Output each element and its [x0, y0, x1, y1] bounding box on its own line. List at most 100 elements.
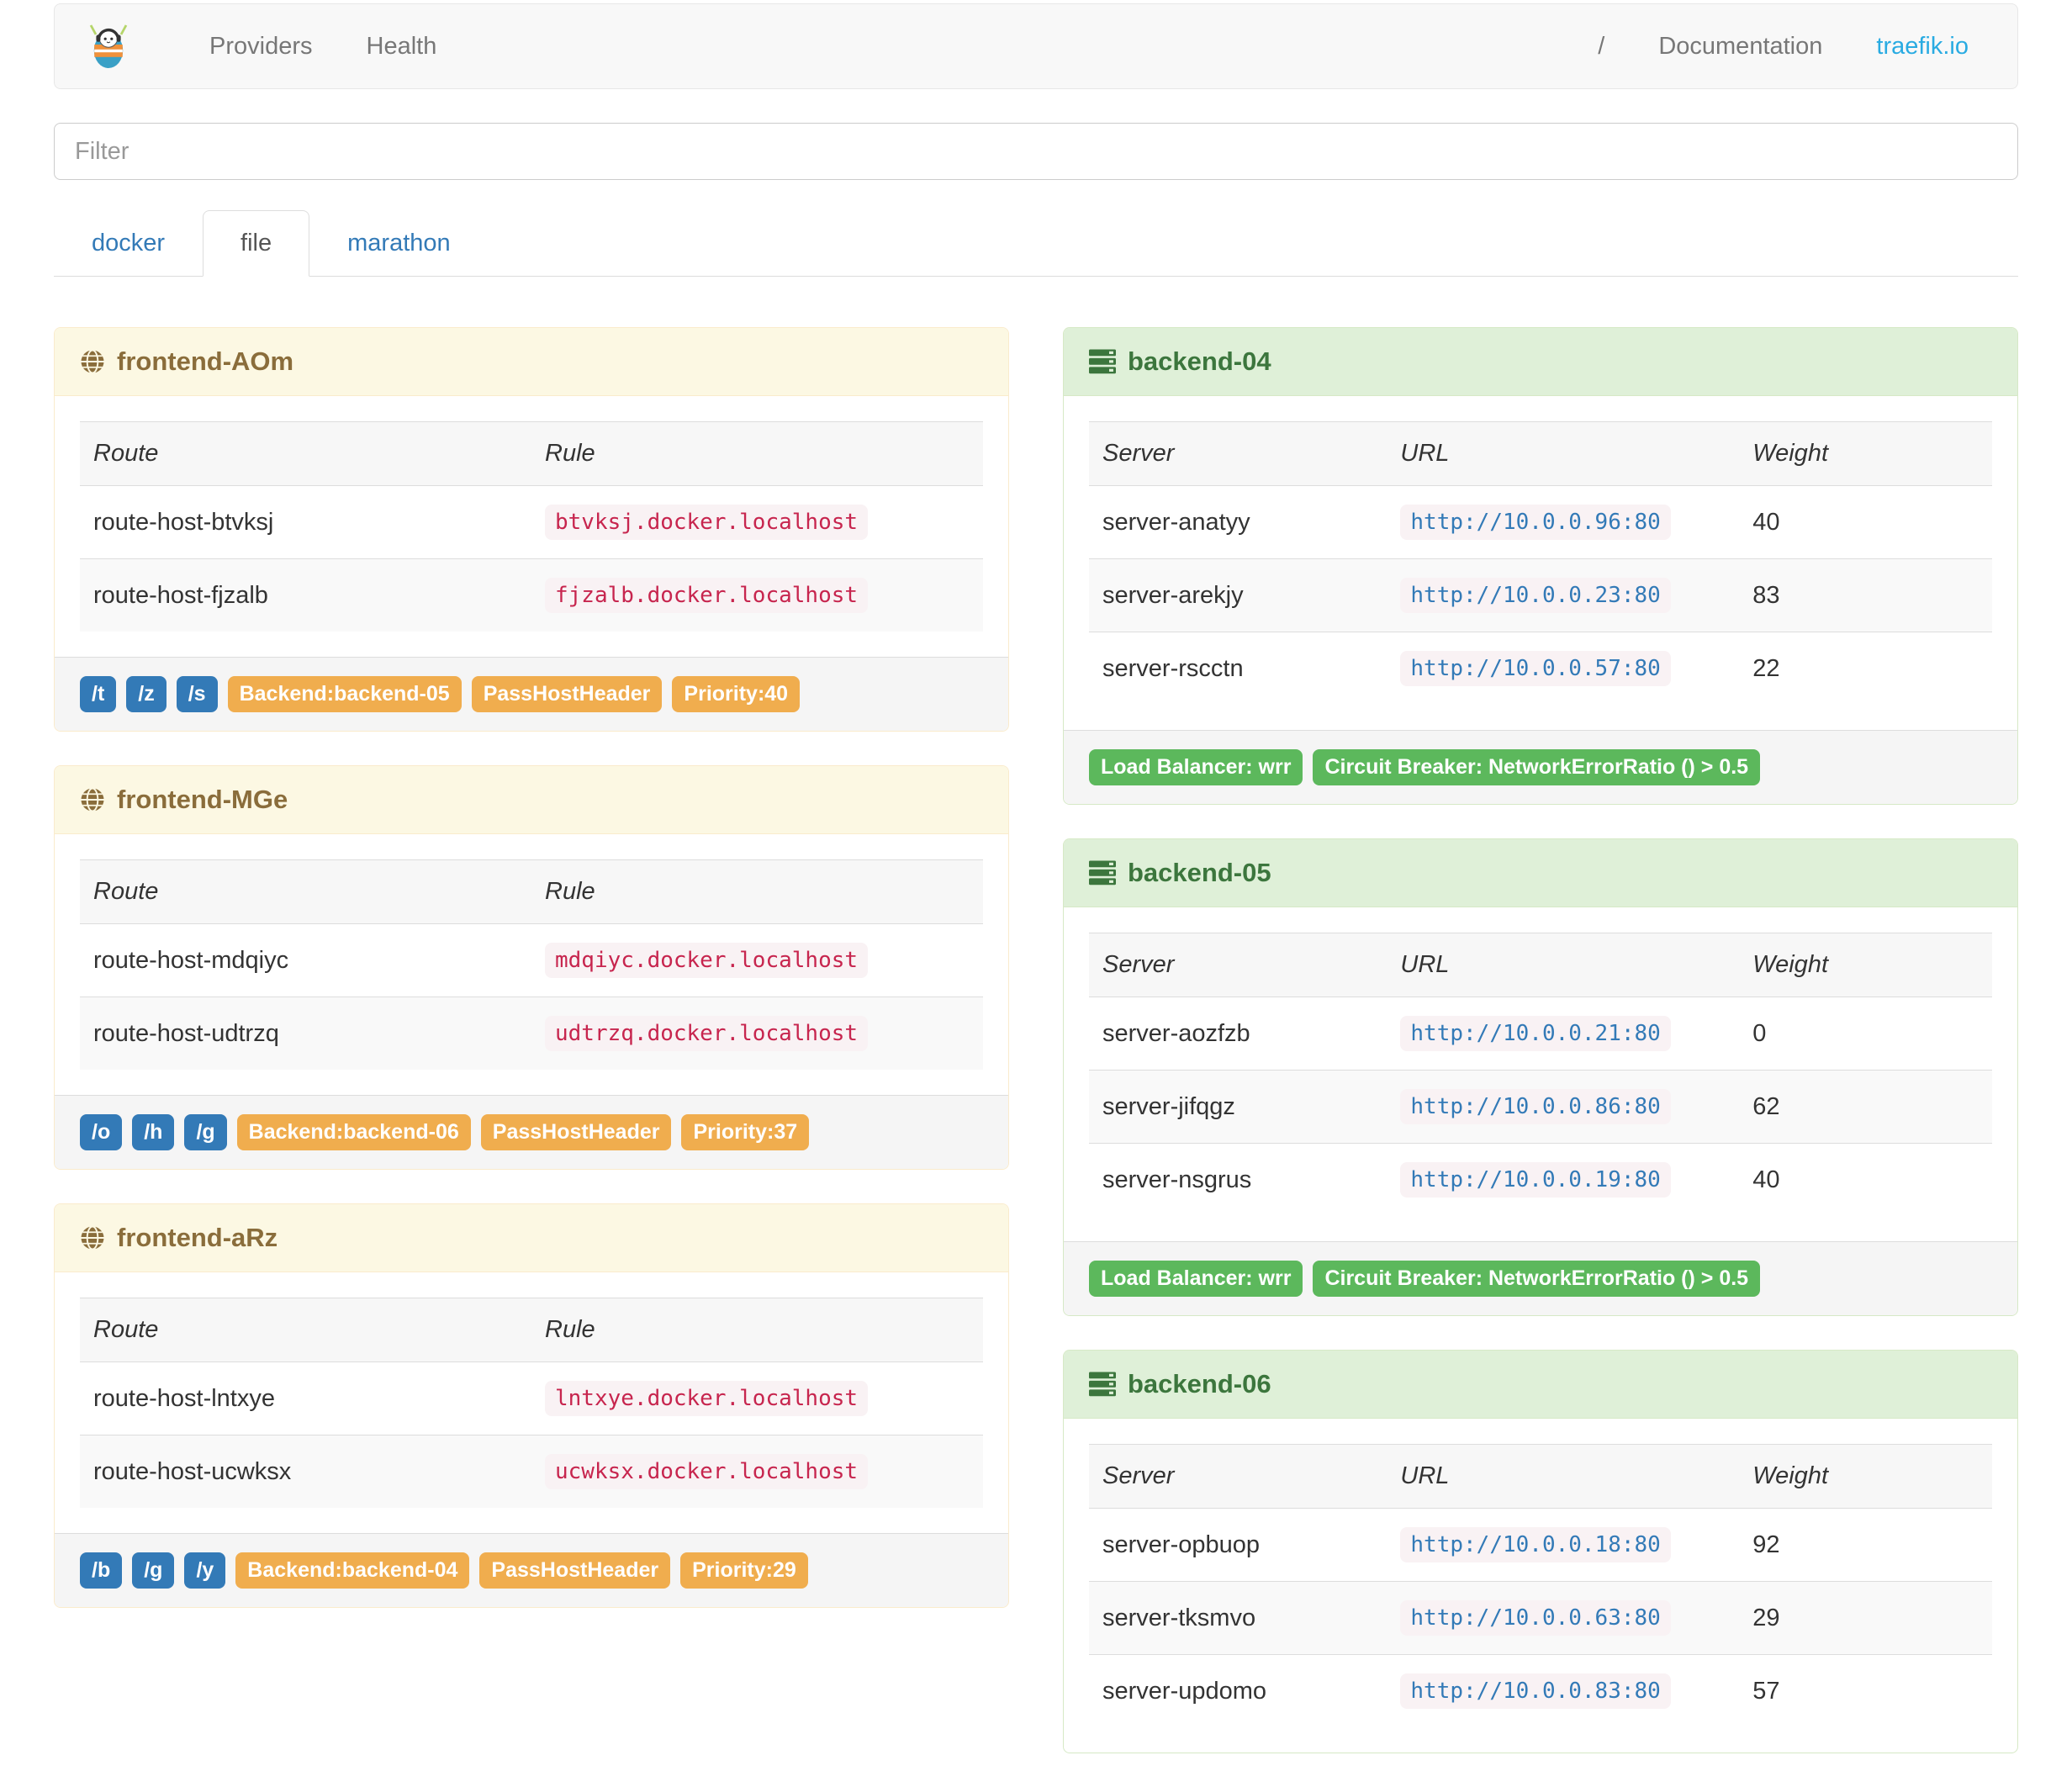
route-name: route-host-btvksj: [93, 508, 274, 536]
server-icon: [1089, 349, 1116, 374]
col-url: URL: [1387, 1444, 1740, 1509]
table-row: server-nsgrus http://10.0.0.19:80 40: [1089, 1143, 1992, 1216]
col-route: Route: [80, 421, 531, 486]
server-weight: 83: [1739, 558, 1992, 632]
frontend-panel-heading: frontend-aRz: [55, 1204, 1008, 1272]
server-url-link[interactable]: http://10.0.0.23:80: [1400, 578, 1671, 613]
server-name: server-jifqgz: [1089, 1070, 1388, 1144]
backend-badge: Backend:backend-06: [236, 1114, 471, 1150]
backends-column: backend-04 Server URL Weight server-anat…: [1063, 327, 2018, 1787]
server-url-link[interactable]: http://10.0.0.57:80: [1400, 651, 1671, 686]
tab-marathon-link[interactable]: marathon: [309, 210, 489, 277]
backend-panel-heading: backend-04: [1064, 328, 2017, 396]
route-name: route-host-ucwksx: [80, 1435, 531, 1508]
table-row: server-updomo http://10.0.0.83:80 57: [1089, 1654, 1992, 1727]
server-name: server-anatyy: [1102, 508, 1250, 536]
tab-file-link[interactable]: file: [203, 210, 310, 277]
entrypoint-badge: /y: [184, 1552, 226, 1589]
server-weight: 40: [1739, 1143, 1992, 1216]
filter-input[interactable]: [54, 123, 2018, 180]
server-weight: 57: [1739, 1654, 1992, 1727]
tab-docker[interactable]: docker: [54, 210, 203, 277]
route-rule: udtrzq.docker.localhost: [545, 1016, 869, 1051]
frontend-panel-heading: frontend-AOm: [55, 328, 1008, 396]
server-weight: 40: [1752, 508, 1780, 536]
table-row: server-anatyy http://10.0.0.96:80 40: [1089, 486, 1992, 559]
traefik-logo-icon: [77, 23, 140, 70]
passhostheader-badge: PassHostHeader: [471, 676, 663, 712]
priority-badge: Priority:37: [681, 1114, 810, 1150]
server-name: server-nsgrus: [1089, 1143, 1388, 1216]
globe-icon: [80, 787, 105, 812]
server-url-link[interactable]: http://10.0.0.19:80: [1400, 1162, 1671, 1198]
frontend-panel-body: Route Rule route-host-lntxye lntxye.dock…: [55, 1272, 1008, 1533]
circuit-breaker-badge: Circuit Breaker: NetworkErrorRatio () > …: [1313, 1261, 1761, 1297]
load-balancer-badge: Load Balancer: wrr: [1089, 749, 1303, 785]
server-url-link[interactable]: http://10.0.0.83:80: [1400, 1673, 1671, 1709]
col-route: Route: [80, 1298, 531, 1362]
routes-table: Route Rule route-host-lntxye lntxye.dock…: [80, 1298, 983, 1508]
table-row: server-rscctn http://10.0.0.57:80 22: [1089, 632, 1992, 705]
server-name: server-arekjy: [1089, 558, 1388, 632]
nav-link-traefik-io[interactable]: traefik.io: [1849, 33, 1995, 61]
panel-frontend-AOm: frontend-AOm Route Rule route-host-btvks…: [54, 327, 1009, 732]
route-rule: ucwksx.docker.localhost: [545, 1454, 869, 1489]
entrypoint-badge: /h: [132, 1114, 175, 1150]
route-rule: lntxye.docker.localhost: [545, 1381, 869, 1416]
tab-docker-link[interactable]: docker: [54, 210, 203, 277]
entrypoint-badge: /b: [80, 1552, 123, 1589]
table-row: route-host-udtrzq udtrzq.docker.localhos…: [80, 997, 983, 1070]
backend-badge: Backend:backend-04: [235, 1552, 470, 1589]
tab-marathon[interactable]: marathon: [309, 210, 489, 277]
routes-table: Route Rule route-host-btvksj btvksj.dock…: [80, 421, 983, 632]
server-weight: 62: [1739, 1070, 1992, 1144]
server-icon: [1089, 860, 1116, 886]
route-name: route-host-udtrzq: [80, 997, 531, 1070]
nav-link-health[interactable]: Health: [340, 33, 464, 61]
col-url: URL: [1387, 421, 1740, 486]
frontend-panel-body: Route Rule route-host-btvksj btvksj.dock…: [55, 396, 1008, 657]
globe-icon: [80, 1225, 105, 1250]
server-icon: [1089, 1372, 1116, 1397]
panel-frontend-MGe: frontend-MGe Route Rule route-host-mdqiy…: [54, 765, 1009, 1170]
backend-panel-footer: Load Balancer: wrr Circuit Breaker: Netw…: [1064, 1241, 2017, 1315]
col-server: Server: [1089, 1444, 1388, 1509]
col-server: Server: [1089, 933, 1388, 997]
entrypoint-badge: /s: [176, 676, 218, 712]
server-url-link[interactable]: http://10.0.0.21:80: [1400, 1016, 1671, 1051]
server-url-link[interactable]: http://10.0.0.63:80: [1400, 1600, 1671, 1636]
server-name: server-opbuop: [1102, 1531, 1260, 1558]
server-url-link[interactable]: http://10.0.0.96:80: [1400, 505, 1671, 540]
nav-link-providers[interactable]: Providers: [182, 33, 340, 61]
passhostheader-badge: PassHostHeader: [479, 1552, 671, 1589]
server-name: server-updomo: [1089, 1654, 1388, 1727]
frontends-column: frontend-AOm Route Rule route-host-btvks…: [54, 327, 1009, 1642]
priority-badge: Priority:40: [672, 676, 801, 712]
nav-link-slash[interactable]: /: [1571, 33, 1631, 61]
backend-title: backend-05: [1128, 858, 1271, 887]
route-rule: mdqiyc.docker.localhost: [545, 943, 869, 978]
globe-icon: [80, 349, 105, 374]
tab-file[interactable]: file: [203, 210, 310, 277]
server-weight: 22: [1739, 632, 1992, 705]
server-url-link[interactable]: http://10.0.0.86:80: [1400, 1089, 1671, 1124]
backend-title: backend-04: [1128, 346, 1271, 376]
panel-frontend-aRz: frontend-aRz Route Rule route-host-lntxy…: [54, 1203, 1009, 1608]
provider-tabs: docker file marathon: [54, 210, 2018, 277]
table-row: server-jifqgz http://10.0.0.86:80 62: [1089, 1070, 1992, 1144]
frontend-panel-footer: /o /h /g Backend:backend-06 PassHostHead…: [55, 1095, 1008, 1169]
filter-wrap: [54, 123, 2018, 180]
panel-backend-04: backend-04 Server URL Weight server-anat…: [1063, 327, 2018, 805]
entrypoint-badge: /g: [184, 1114, 227, 1150]
backend-panel-heading: backend-06: [1064, 1351, 2017, 1419]
frontend-panel-heading: frontend-MGe: [55, 766, 1008, 834]
routes-table: Route Rule route-host-mdqiyc mdqiyc.dock…: [80, 859, 983, 1070]
server-url-link[interactable]: http://10.0.0.18:80: [1400, 1527, 1671, 1562]
route-name: route-host-mdqiyc: [93, 946, 289, 974]
backend-badge: Backend:backend-05: [227, 676, 462, 712]
nav-link-documentation[interactable]: Documentation: [1631, 33, 1849, 61]
table-row: server-aozfzb http://10.0.0.21:80 0: [1089, 997, 1992, 1071]
content-columns: frontend-AOm Route Rule route-host-btvks…: [54, 327, 2018, 1787]
table-row: server-tksmvo http://10.0.0.63:80 29: [1089, 1581, 1992, 1655]
server-weight: 92: [1752, 1531, 1780, 1558]
